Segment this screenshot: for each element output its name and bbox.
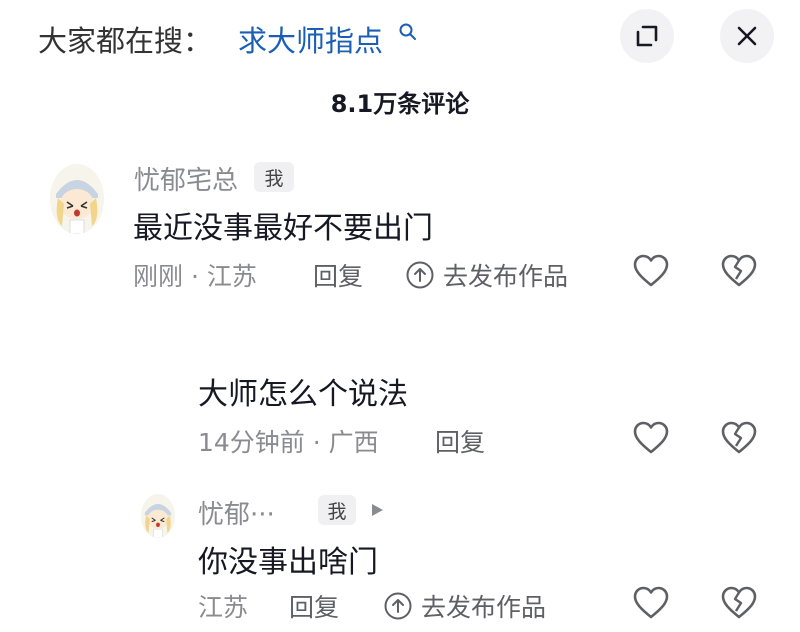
- me-badge: 我: [318, 495, 356, 525]
- broken-heart-icon[interactable]: [721, 586, 757, 620]
- close-button[interactable]: [720, 9, 774, 63]
- share-arrow-icon: [406, 261, 434, 289]
- reply-button[interactable]: 回复: [435, 423, 485, 459]
- publish-work-button[interactable]: 去发布作品: [405, 257, 568, 293]
- search-icon[interactable]: [398, 22, 418, 42]
- trending-search-link[interactable]: 求大师指点: [238, 18, 383, 60]
- publish-work-label: 去发布作品: [421, 593, 547, 622]
- heart-icon[interactable]: [633, 254, 669, 288]
- publish-work-button[interactable]: 去发布作品: [383, 588, 546, 624]
- heart-icon[interactable]: [633, 421, 669, 455]
- avatar-image: [50, 164, 104, 234]
- comment-text: 最近没事最好不要出门: [133, 211, 433, 246]
- broken-heart-icon[interactable]: [721, 421, 757, 455]
- share-arrow-icon: [384, 592, 412, 620]
- play-arrow-icon: [372, 504, 383, 516]
- reply-username[interactable]: 忧郁···: [198, 494, 275, 531]
- expand-icon: [636, 25, 658, 47]
- expand-button[interactable]: [620, 9, 674, 63]
- comment-meta: 刚刚 · 江苏: [133, 262, 257, 291]
- comment-username[interactable]: 忧郁宅总: [134, 160, 238, 197]
- publish-work-label: 去发布作品: [443, 262, 569, 291]
- close-icon: [737, 26, 757, 46]
- broken-heart-icon[interactable]: [721, 254, 757, 288]
- reply-meta: 江苏: [198, 593, 249, 622]
- reply-button[interactable]: 回复: [289, 588, 339, 624]
- reply-text: 大师怎么个说法: [198, 377, 408, 412]
- avatar-image: [141, 494, 175, 538]
- trending-search-prefix: 大家都在搜：: [38, 24, 213, 58]
- avatar[interactable]: [50, 164, 104, 234]
- comment-count: 8.1万条评论: [330, 90, 470, 118]
- reply-button[interactable]: 回复: [313, 257, 363, 293]
- heart-icon[interactable]: [633, 586, 669, 620]
- avatar[interactable]: [141, 494, 175, 538]
- reply-text: 你没事出啥门: [198, 545, 378, 580]
- me-badge: 我: [254, 162, 294, 192]
- reply-meta: 14分钟前 · 广西: [198, 428, 379, 457]
